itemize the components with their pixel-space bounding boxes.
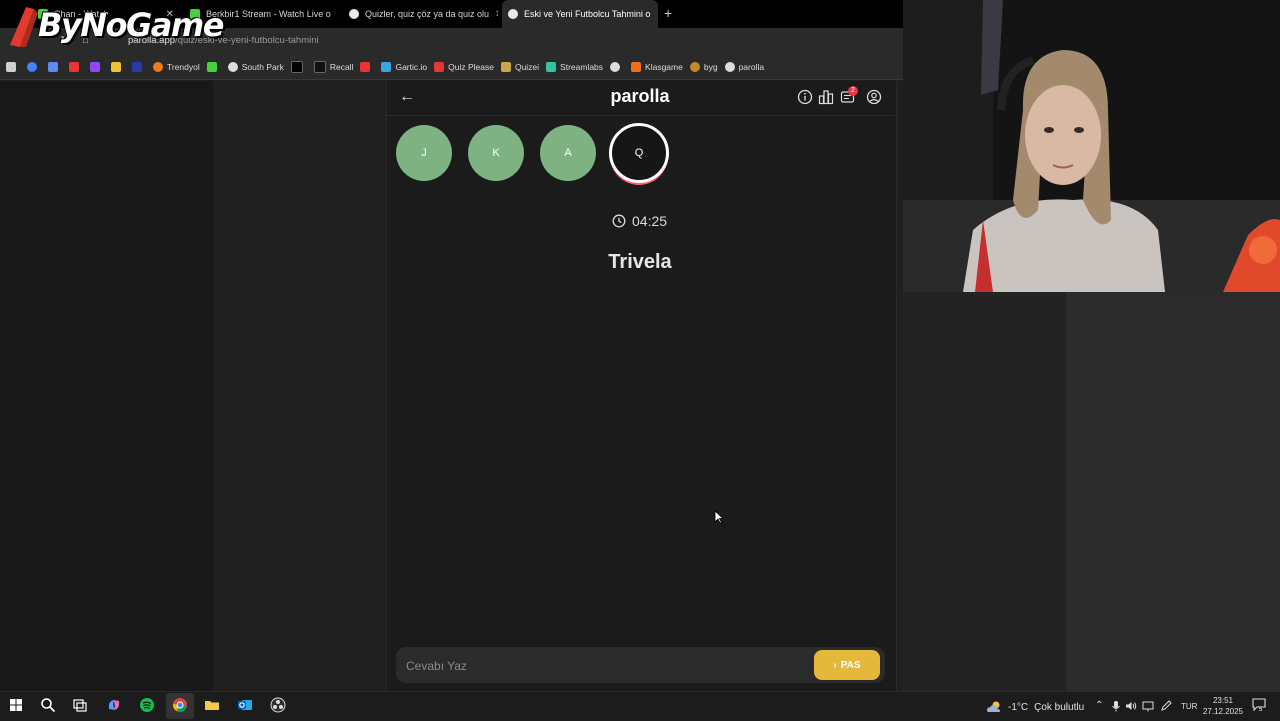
- blue-bookmark-icon[interactable]: [132, 61, 146, 72]
- globe-bookmark-icon[interactable]: [610, 61, 624, 72]
- file-explorer-icon[interactable]: [204, 697, 220, 713]
- youtube-bookmark-icon[interactable]: [69, 61, 83, 72]
- bookmark-quiz-please[interactable]: Quiz Please: [434, 61, 494, 72]
- volume-icon[interactable]: [1125, 700, 1137, 712]
- pass-button[interactable]: › PAS: [814, 650, 880, 680]
- chevron-right-icon: ›: [833, 659, 837, 671]
- letter-circle-a: A: [540, 125, 596, 181]
- tab-3-title: Quizler, quiz çöz ya da quiz olu: [365, 9, 490, 19]
- letter-circle-k: K: [468, 125, 524, 181]
- system-clock[interactable]: 23:51 27.12.2025: [1198, 695, 1248, 717]
- spotify-icon[interactable]: [139, 697, 155, 713]
- page-left-gutter: [0, 81, 213, 691]
- klasgame-icon: [631, 61, 642, 72]
- translate-bookmark-icon[interactable]: [48, 61, 62, 72]
- notification-count-badge: 5: [1259, 707, 1263, 713]
- copilot-icon[interactable]: [106, 697, 122, 713]
- chevron-up-icon[interactable]: ⌃: [1095, 700, 1103, 711]
- pass-button-label: PAS: [840, 659, 861, 671]
- close-icon[interactable]: ✕: [650, 9, 658, 20]
- obs-icon[interactable]: [270, 697, 286, 713]
- weather-widget[interactable]: -1°C Çok bulutlu: [986, 700, 1084, 714]
- site-icon: [349, 9, 359, 19]
- apps-grid-icon[interactable]: [6, 61, 20, 72]
- yellow-bookmark-icon[interactable]: [111, 61, 125, 72]
- pen-icon[interactable]: [1160, 700, 1172, 712]
- clock-date: 27.12.2025: [1202, 707, 1244, 716]
- timer: 04:25: [612, 213, 667, 229]
- leaderboard-icon[interactable]: [818, 89, 834, 105]
- brand-title[interactable]: parolla: [560, 86, 720, 107]
- parolla-icon: [724, 61, 735, 72]
- x-bookmark-icon[interactable]: [290, 60, 307, 73]
- input-language[interactable]: TUR: [1181, 702, 1197, 711]
- google-bookmark-icon[interactable]: [27, 61, 41, 72]
- bookmark-klasgame[interactable]: Klasgame: [631, 61, 683, 72]
- right-empty-area: [903, 292, 1066, 691]
- bookmark-gartic[interactable]: Gartic.io: [381, 61, 427, 72]
- letter-circle-q-active: Q: [609, 123, 669, 183]
- bookmark-trendyol[interactable]: Trendyol: [153, 61, 200, 72]
- microphone-icon[interactable]: [1111, 700, 1121, 712]
- network-icon[interactable]: [1142, 701, 1154, 712]
- bookmarks-bar: Trendyol South Park Recall Gartic.io Qui…: [0, 54, 903, 80]
- outlook-icon[interactable]: [237, 697, 253, 713]
- close-icon[interactable]: ✕: [331, 9, 338, 20]
- quizei-icon: [500, 61, 511, 72]
- tab-3[interactable]: Quizler, quiz çöz ya da quiz olu ✕: [343, 0, 498, 28]
- clock-time: 23:51: [1212, 696, 1234, 705]
- youtube-bookmark-icon-2[interactable]: [360, 61, 374, 72]
- gartic-icon: [381, 61, 392, 72]
- close-icon[interactable]: ✕: [489, 9, 498, 20]
- mouse-cursor-icon: [714, 510, 724, 524]
- parolla-icon: [508, 9, 518, 19]
- weather-description: Çok bulutlu: [1034, 701, 1085, 713]
- cloud-icon: [986, 701, 1000, 712]
- tab-4-active[interactable]: Eski ve Yeni Futbolcu Tahmini o ✕: [502, 0, 658, 28]
- windows-start-icon[interactable]: [8, 697, 24, 713]
- kick-bookmark-icon[interactable]: [206, 61, 221, 72]
- bookmark-parolla[interactable]: parolla: [724, 61, 764, 72]
- new-tab-button[interactable]: +: [664, 5, 672, 21]
- quiz-please-icon: [434, 61, 445, 72]
- search-icon[interactable]: [40, 697, 56, 713]
- user-profile-icon[interactable]: [866, 89, 882, 105]
- timer-value: 04:25: [632, 213, 668, 229]
- byg-icon: [689, 61, 700, 72]
- back-arrow-icon[interactable]: ←: [399, 88, 415, 106]
- globe-icon: [227, 61, 238, 72]
- right-side-panel: [1066, 292, 1280, 691]
- webcam-feed: [903, 0, 1280, 292]
- answer-bar: [396, 647, 885, 683]
- bookmark-byg[interactable]: byg: [689, 61, 718, 72]
- twitch-bookmark-icon[interactable]: [90, 61, 104, 72]
- webcam-image: [903, 0, 1280, 292]
- bynogame-logo-text: ByNoGame: [38, 6, 224, 44]
- recall-icon: [313, 60, 326, 73]
- letter-circle-j: J: [396, 125, 452, 181]
- bookmark-recall[interactable]: Recall: [313, 60, 353, 73]
- chrome-icon[interactable]: [172, 697, 188, 713]
- quiz-word: Trivela: [608, 251, 672, 273]
- bookmark-quizei[interactable]: Quizei: [500, 61, 539, 72]
- tab-4-title: Eski ve Yeni Futbolcu Tahmini o: [524, 9, 651, 19]
- info-icon[interactable]: [797, 89, 813, 105]
- streamlabs-icon: [546, 61, 557, 72]
- task-view-icon[interactable]: [72, 697, 88, 713]
- bookmark-streamlabs[interactable]: Streamlabs: [546, 61, 603, 72]
- notification-badge: 2: [848, 86, 858, 96]
- answer-input[interactable]: [404, 655, 798, 677]
- clock-icon: [612, 214, 626, 228]
- bookmark-south-park[interactable]: South Park: [227, 61, 284, 72]
- temperature: -1°C: [1008, 701, 1029, 713]
- trendyol-icon: [153, 61, 163, 72]
